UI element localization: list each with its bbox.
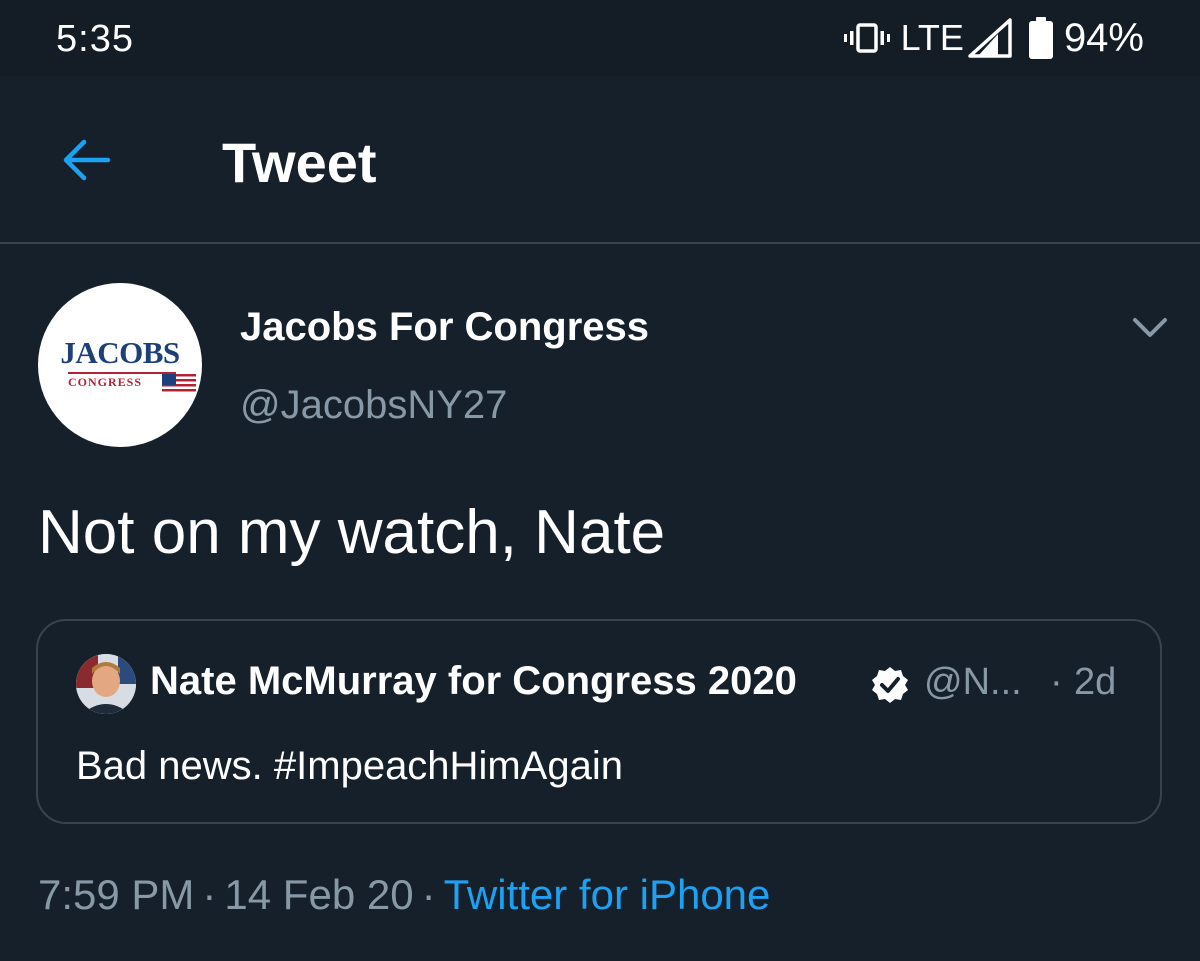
vibrate-icon [843, 20, 891, 56]
quoted-author-handle: @N... [924, 661, 1022, 703]
flag-icon [162, 374, 196, 394]
tweet-time: 7:59 PM [38, 871, 195, 918]
back-button[interactable] [56, 132, 116, 188]
avatar-logo-rule [68, 372, 176, 374]
status-time: 5:35 [56, 18, 134, 60]
tweet-text: Not on my watch, Nate [38, 498, 666, 567]
tweet-options-button[interactable] [1128, 308, 1172, 348]
battery-icon [1028, 16, 1054, 60]
tweet-source-link[interactable]: Twitter for iPhone [444, 871, 771, 918]
arrow-left-icon [63, 139, 111, 181]
quoted-author-name: Nate McMurray for Congress 2020 [150, 659, 797, 703]
page-title: Tweet [222, 131, 377, 194]
network-type: LTE [900, 17, 964, 58]
verified-badge-icon [872, 667, 908, 703]
signal-icon [968, 18, 1012, 58]
quoted-tweet[interactable]: Nate McMurray for Congress 2020 @N... · … [36, 619, 1162, 824]
status-icons: LTE 94% [843, 14, 1144, 62]
top-app-bar: Tweet [0, 76, 1200, 244]
author-avatar[interactable]: JACOBS CONGRESS [38, 283, 202, 447]
quoted-separator: · [1050, 661, 1063, 703]
tweet-meta: 7:59 PM · 14 Feb 20 · Twitter for iPhone [38, 871, 770, 919]
avatar-logo-subtext: CONGRESS [68, 375, 143, 389]
avatar-logo-text: JACOBS [60, 335, 180, 370]
author-handle[interactable]: @JacobsNY27 [240, 383, 507, 428]
tweet-date: 14 Feb 20 [224, 871, 414, 918]
author-name[interactable]: Jacobs For Congress [240, 305, 649, 350]
quoted-timestamp: 2d [1074, 661, 1117, 703]
meta-separator: · [421, 871, 436, 918]
meta-separator: · [202, 871, 217, 918]
battery-level: 94% [1063, 15, 1144, 60]
status-bar: 5:35 LTE 94% [0, 0, 1200, 76]
quoted-author-avatar [76, 654, 136, 714]
chevron-down-icon [1133, 318, 1167, 337]
quoted-tweet-text: Bad news. #ImpeachHimAgain [76, 744, 623, 788]
